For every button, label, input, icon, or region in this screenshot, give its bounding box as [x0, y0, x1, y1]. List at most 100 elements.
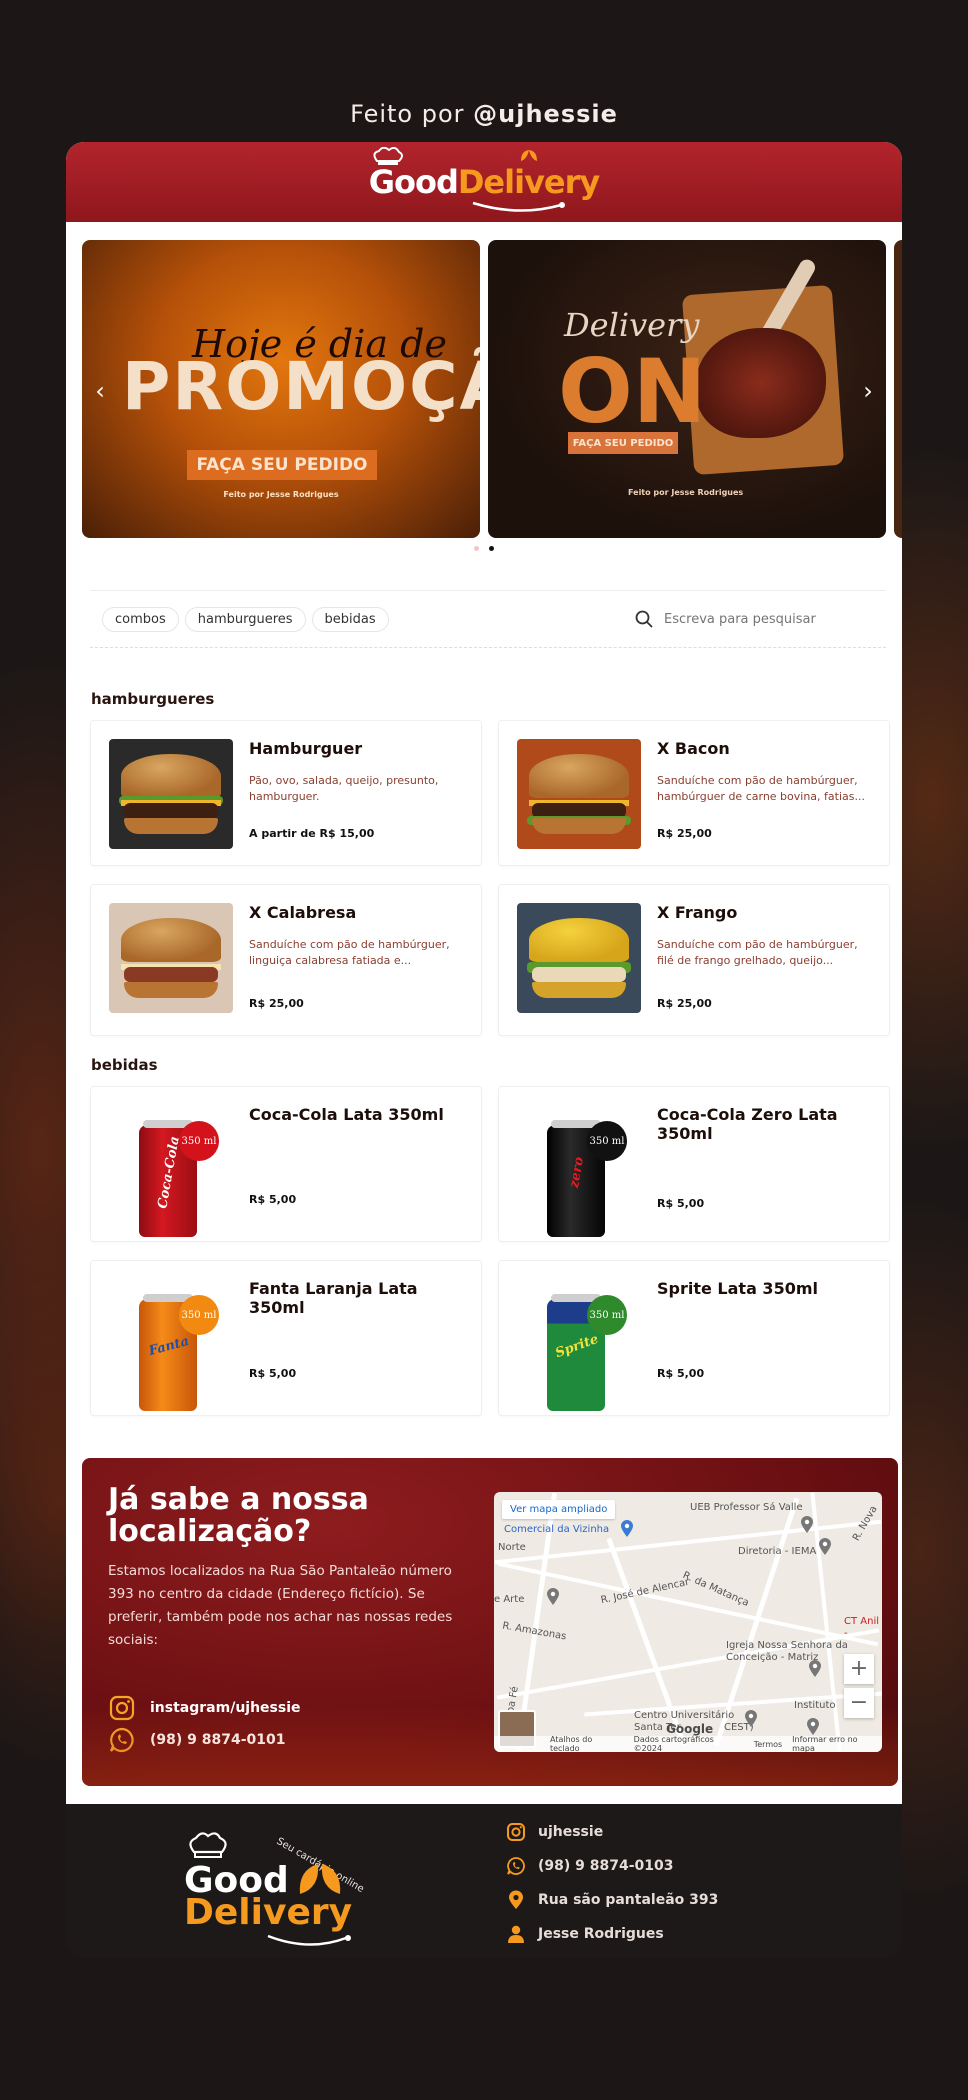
- chip-combos[interactable]: combos: [102, 606, 179, 632]
- location-title: Já sabe a nossa localização?: [108, 1482, 369, 1549]
- instagram-icon: [109, 1695, 135, 1721]
- map-shortcuts-link[interactable]: Atalhos do teclado: [550, 1735, 624, 1752]
- map-label: Instituto: [794, 1700, 836, 1711]
- product-image-hamburguer: [109, 739, 233, 849]
- map-label: Igreja Nossa Senhora da Conceição - Matr…: [726, 1640, 848, 1663]
- map-pin-icon[interactable]: [620, 1520, 634, 1538]
- chip-hamburgueres[interactable]: hamburgueres: [184, 606, 306, 632]
- embedded-map[interactable]: Ver mapa ampliado UEB Professor Sá Valle…: [494, 1492, 882, 1752]
- brand-logo[interactable]: Good Delivery: [368, 147, 600, 212]
- carousel-dots: [66, 546, 902, 551]
- product-image-sprite: Sprite 350 ml: [517, 1279, 641, 1411]
- map-expand-link[interactable]: Ver mapa ampliado: [502, 1500, 616, 1519]
- whatsapp-icon: [507, 1857, 525, 1875]
- carousel-slide-promocao[interactable]: Hoje é dia de PROMOÇÃO FAÇA SEU PEDIDO F…: [82, 240, 480, 538]
- filter-bar: combos hamburgueres bebidas: [90, 590, 886, 648]
- carousel-dot-1[interactable]: [474, 546, 479, 551]
- chef-hat-icon: [373, 147, 403, 165]
- footer-author-name: Jesse Rodrigues: [538, 1926, 664, 1942]
- product-image-x-calabresa: [109, 903, 233, 1013]
- location-pin-icon: [509, 1890, 523, 1909]
- footer-logo: Seu cardápio online Good Delivery: [184, 1832, 384, 1946]
- product-price: R$ 5,00: [657, 1367, 705, 1380]
- footer-instagram-handle: ujhessie: [538, 1824, 604, 1840]
- product-card[interactable]: X Bacon Sanduíche com pão de hambúrguer,…: [498, 720, 890, 866]
- map-pin-icon[interactable]: [546, 1588, 560, 1606]
- credit-prefix: Feito por: [350, 100, 465, 128]
- header: Good Delivery: [66, 142, 902, 222]
- chevron-right-icon[interactable]: ›: [858, 376, 878, 406]
- map-pin-icon[interactable]: [800, 1516, 814, 1534]
- map-zoom-in-button[interactable]: +: [844, 1654, 874, 1684]
- product-title: Hamburguer: [249, 739, 363, 758]
- footer-address: Rua são pantaleão 393: [506, 1890, 718, 1910]
- map-pin-icon[interactable]: [806, 1718, 820, 1736]
- product-title: X Calabresa: [249, 903, 357, 922]
- slide-cta-button[interactable]: FAÇA SEU PEDIDO: [187, 450, 377, 480]
- product-card[interactable]: Sprite 350 ml Sprite Lata 350ml R$ 5,00: [498, 1260, 890, 1416]
- product-title: X Frango: [657, 903, 738, 922]
- map-pin-icon[interactable]: [744, 1710, 758, 1728]
- product-card[interactable]: X Calabresa Sanduíche com pão de hambúrg…: [90, 884, 482, 1036]
- steak-image: [696, 328, 826, 438]
- product-image-fanta: Fanta 350 ml: [109, 1279, 233, 1411]
- location-text: Estamos localizados na Rua São Pantaleão…: [108, 1563, 453, 1648]
- footer-phone: (98) 9 8874-0103: [538, 1858, 674, 1874]
- footer-whatsapp-link[interactable]: (98) 9 8874-0103: [506, 1856, 674, 1876]
- location-section: Já sabe a nossa localização? Estamos loc…: [82, 1458, 898, 1786]
- volume-badge: 350 ml: [179, 1295, 219, 1335]
- smile-icon: [472, 201, 565, 212]
- map-label: Diretoria - IEMA: [738, 1546, 817, 1557]
- slide-author: Feito por Jesse Rodrigues: [628, 488, 744, 497]
- app-window: GoodDelivery Hoje é dia de PROMOÇÃO FAÇA…: [66, 142, 902, 1804]
- map-terms-link[interactable]: Termos: [754, 1740, 782, 1749]
- slide-script: Delivery: [564, 306, 700, 344]
- product-price: R$ 5,00: [249, 1193, 297, 1206]
- product-title: Sprite Lata 350ml: [657, 1279, 818, 1298]
- footer-instagram-link[interactable]: ujhessie: [506, 1822, 603, 1842]
- product-title: Coca-Cola Zero Lata 350ml: [657, 1105, 838, 1143]
- whatsapp-icon: [109, 1727, 134, 1753]
- product-card[interactable]: Fanta 350 ml Fanta Laranja Lata 350ml R$…: [90, 1260, 482, 1416]
- logo-good: Good: [368, 163, 459, 201]
- search-input[interactable]: [664, 611, 864, 627]
- map-zoom-out-button[interactable]: −: [844, 1688, 874, 1718]
- smile-icon: [267, 1934, 351, 1946]
- carousel-dot-2[interactable]: [489, 546, 494, 551]
- phone-number: (98) 9 8874-0101: [150, 1732, 286, 1748]
- map-pin-icon[interactable]: [808, 1660, 822, 1678]
- footer-logo-delivery: Delivery: [184, 1892, 353, 1933]
- product-title: Fanta Laranja Lata 350ml: [249, 1279, 418, 1317]
- product-image-coca-cola-zero: zero 350 ml: [517, 1105, 641, 1237]
- product-card[interactable]: zero 350 ml Coca-Cola Zero Lata 350ml R$…: [498, 1086, 890, 1242]
- product-card[interactable]: Coca-Cola 350 ml Coca-Cola Lata 350ml R$…: [90, 1086, 482, 1242]
- carousel-slide-next-peek[interactable]: [894, 240, 902, 538]
- search-icon[interactable]: [634, 609, 654, 629]
- slide-cta-button[interactable]: FAÇA SEU PEDIDO: [568, 432, 678, 454]
- section-title-hamburgueres: hamburgueres: [91, 690, 215, 708]
- logo-delivery: Delivery: [457, 163, 600, 201]
- user-icon: [508, 1925, 524, 1943]
- volume-badge: 350 ml: [587, 1295, 627, 1335]
- chip-bebidas[interactable]: bebidas: [311, 606, 389, 632]
- product-card[interactable]: X Frango Sanduíche com pão de hambúrguer…: [498, 884, 890, 1036]
- chevron-left-icon[interactable]: ‹: [90, 376, 110, 406]
- map-label: UEB Professor Sá Valle: [690, 1502, 803, 1513]
- product-price: R$ 5,00: [249, 1367, 297, 1380]
- product-image-coca-cola: Coca-Cola 350 ml: [109, 1105, 233, 1237]
- map-footer: Atalhos do teclado Dados cartográficos ©…: [494, 1735, 882, 1752]
- volume-badge: 350 ml: [179, 1121, 219, 1161]
- map-pin-icon[interactable]: [818, 1538, 832, 1556]
- section-title-bebidas: bebidas: [91, 1056, 158, 1074]
- map-label: Norte: [498, 1542, 526, 1553]
- product-card[interactable]: Hamburguer Pão, ovo, salada, queijo, pre…: [90, 720, 482, 866]
- carousel-slide-delivery-on[interactable]: Delivery ON FAÇA SEU PEDIDO Feito por Je…: [488, 240, 886, 538]
- product-price: R$ 5,00: [657, 1197, 705, 1210]
- instagram-link[interactable]: instagram/ujhessie: [108, 1694, 301, 1722]
- product-price: R$ 25,00: [657, 997, 712, 1010]
- product-description: Sanduíche com pão de hambúrguer, linguiç…: [249, 938, 450, 967]
- footer-author: Jesse Rodrigues: [506, 1924, 664, 1944]
- map-report-link[interactable]: Informar erro no mapa: [792, 1735, 882, 1752]
- whatsapp-link[interactable]: (98) 9 8874-0101: [108, 1726, 286, 1754]
- product-description: Sanduíche com pão de hambúrguer, hambúrg…: [657, 774, 865, 803]
